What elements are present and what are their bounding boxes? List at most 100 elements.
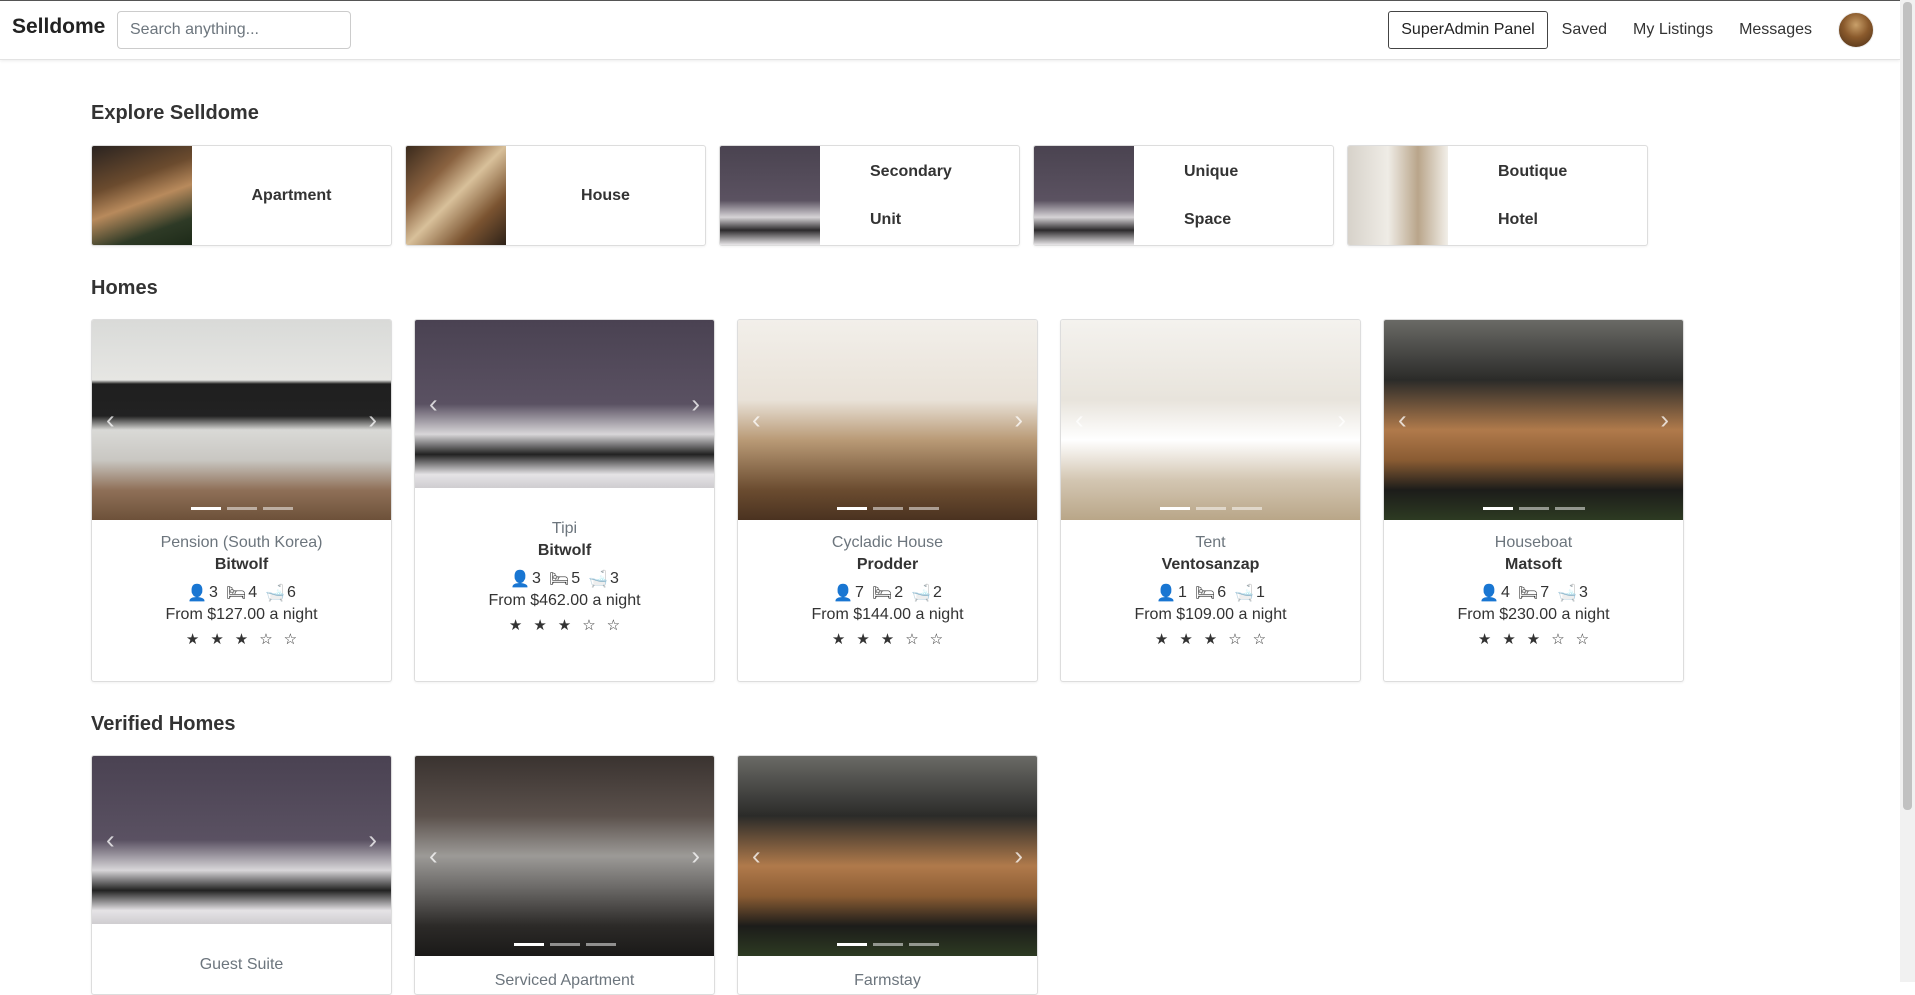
- listing-carousel[interactable]: ‹ ›: [738, 756, 1037, 956]
- listing-type: Farmstay: [854, 972, 921, 989]
- listing-card[interactable]: ‹ › Serviced Apartment: [414, 755, 715, 995]
- chevron-left-icon[interactable]: ‹: [429, 841, 438, 872]
- brand-logo[interactable]: Selldome: [12, 15, 105, 39]
- category-card-boutique-hotel[interactable]: Boutique Hotel: [1347, 145, 1648, 246]
- listing-name[interactable]: Ventosanzap: [1061, 556, 1360, 574]
- bed-icon: 🛏: [225, 585, 247, 602]
- category-image: [720, 146, 820, 245]
- listing-card[interactable]: ‹ › Tipi Bitwolf 👤 3 🛏 5 🛁 3 From $462.00 a…: [414, 319, 715, 682]
- category-image: [1348, 146, 1448, 245]
- user-icon: 👤: [1156, 585, 1176, 602]
- nav-links: SuperAdmin Panel Saved My Listings Messa…: [1388, 11, 1900, 49]
- bath-icon: 🛁: [265, 585, 286, 602]
- star-rating: ★★★☆☆: [831, 631, 955, 648]
- listing-price: From $127.00 a night: [165, 606, 318, 623]
- listing-carousel[interactable]: ‹ ›: [92, 320, 391, 520]
- category-label: House: [581, 186, 630, 204]
- bed-icon: 🛏: [1517, 585, 1539, 602]
- chevron-left-icon[interactable]: ‹: [106, 825, 115, 856]
- page-scrollbar[interactable]: [1900, 0, 1915, 982]
- homes-title: Homes: [91, 277, 158, 299]
- star-rating: ★★★☆☆: [1154, 631, 1278, 648]
- listing-carousel[interactable]: ‹ ›: [738, 320, 1037, 520]
- chevron-left-icon[interactable]: ‹: [752, 405, 761, 436]
- carousel-indicators[interactable]: [188, 507, 296, 510]
- bed-icon: 🛏: [1194, 585, 1216, 602]
- category-label: Apartment: [251, 186, 332, 204]
- listing-card[interactable]: ‹ › Pension (South Korea) Bitwolf 👤 3 🛏 4 …: [91, 319, 392, 682]
- scrollbar-thumb[interactable]: [1903, 2, 1912, 810]
- search-input[interactable]: [117, 11, 351, 49]
- bed-icon: 🛏: [548, 571, 570, 588]
- chevron-right-icon[interactable]: ›: [691, 389, 700, 420]
- bath-icon: 🛁: [1234, 585, 1255, 602]
- verified-homes-list: ‹ › Guest Suite ‹ › Serviced Apartment ‹…: [91, 755, 1060, 995]
- category-card-unique-space[interactable]: Unique Space: [1033, 145, 1334, 246]
- category-card-secondary-unit[interactable]: Secondary Unit: [719, 145, 1020, 246]
- carousel-indicators[interactable]: [834, 507, 942, 510]
- user-icon: 👤: [833, 585, 853, 602]
- listing-carousel[interactable]: ‹ ›: [415, 320, 714, 488]
- listing-amenities: 👤 1 🛏 6 🛁 1: [1156, 584, 1265, 602]
- carousel-indicators[interactable]: [1157, 507, 1265, 510]
- saved-link[interactable]: Saved: [1562, 21, 1607, 39]
- chevron-left-icon[interactable]: ‹: [752, 841, 761, 872]
- listing-type: Houseboat: [1494, 534, 1573, 551]
- messages-link[interactable]: Messages: [1739, 21, 1812, 39]
- category-card-apartment[interactable]: Apartment: [91, 145, 392, 246]
- chevron-right-icon[interactable]: ›: [368, 825, 377, 856]
- listing-amenities: 👤 7 🛏 2 🛁 2: [833, 584, 942, 602]
- listing-amenities: 👤 3 🛏 4 🛁 6: [187, 584, 296, 602]
- category-image: [92, 146, 192, 245]
- my-listings-link[interactable]: My Listings: [1633, 21, 1713, 39]
- explore-title: Explore Selldome: [91, 102, 259, 124]
- homes-list: ‹ › Pension (South Korea) Bitwolf 👤 3 🛏 4 …: [91, 319, 1706, 682]
- user-icon: 👤: [510, 571, 530, 588]
- listing-price: From $109.00 a night: [1134, 606, 1287, 623]
- listing-type: Guest Suite: [199, 956, 284, 973]
- category-label: Boutique Hotel: [1498, 162, 1568, 228]
- chevron-left-icon[interactable]: ‹: [106, 405, 115, 436]
- user-icon: 👤: [187, 585, 207, 602]
- listing-card[interactable]: ‹ › Guest Suite: [91, 755, 392, 995]
- carousel-indicators[interactable]: [834, 943, 942, 946]
- listing-card[interactable]: ‹ › Farmstay: [737, 755, 1038, 995]
- chevron-right-icon[interactable]: ›: [1660, 405, 1669, 436]
- listing-amenities: 👤 3 🛏 5 🛁 3: [510, 570, 619, 588]
- category-image: [406, 146, 506, 245]
- category-list: Apartment House Secondary Unit Unique Spac…: [91, 145, 1661, 246]
- listing-carousel[interactable]: ‹ ›: [92, 756, 391, 924]
- superadmin-panel-button[interactable]: SuperAdmin Panel: [1388, 11, 1548, 49]
- listing-price: From $462.00 a night: [488, 592, 641, 609]
- category-label: Secondary Unit: [870, 162, 952, 228]
- carousel-indicators[interactable]: [1480, 507, 1588, 510]
- category-card-house[interactable]: House: [405, 145, 706, 246]
- listing-card[interactable]: ‹ › Houseboat Matsoft 👤 4 🛏 7 🛁 3 From $230…: [1383, 319, 1684, 682]
- listing-card[interactable]: ‹ › Cycladic House Prodder 👤 7 🛏 2 🛁 2 From…: [737, 319, 1038, 682]
- chevron-left-icon[interactable]: ‹: [1398, 405, 1407, 436]
- chevron-left-icon[interactable]: ‹: [1075, 405, 1084, 436]
- chevron-right-icon[interactable]: ›: [1014, 841, 1023, 872]
- listing-price: From $230.00 a night: [1457, 606, 1610, 623]
- bed-icon: 🛏: [871, 585, 893, 602]
- listing-name[interactable]: Matsoft: [1384, 556, 1683, 574]
- chevron-left-icon[interactable]: ‹: [429, 389, 438, 420]
- avatar[interactable]: [1838, 12, 1874, 48]
- listing-name[interactable]: Prodder: [738, 556, 1037, 574]
- chevron-right-icon[interactable]: ›: [1337, 405, 1346, 436]
- listing-type: Cycladic House: [831, 534, 944, 551]
- chevron-right-icon[interactable]: ›: [691, 841, 700, 872]
- bath-icon: 🛁: [588, 571, 609, 588]
- chevron-right-icon[interactable]: ›: [368, 405, 377, 436]
- listing-carousel[interactable]: ‹ ›: [1384, 320, 1683, 520]
- listing-type: Pension (South Korea): [160, 534, 323, 551]
- listing-carousel[interactable]: ‹ ›: [415, 756, 714, 956]
- carousel-indicators[interactable]: [511, 943, 619, 946]
- listing-card[interactable]: ‹ › Tent Ventosanzap 👤 1 🛏 6 🛁 1 From $109.…: [1060, 319, 1361, 682]
- chevron-right-icon[interactable]: ›: [1014, 405, 1023, 436]
- listing-name[interactable]: Bitwolf: [92, 556, 391, 574]
- bath-icon: 🛁: [1557, 585, 1578, 602]
- verified-homes-title: Verified Homes: [91, 713, 236, 735]
- listing-carousel[interactable]: ‹ ›: [1061, 320, 1360, 520]
- listing-name[interactable]: Bitwolf: [415, 542, 714, 560]
